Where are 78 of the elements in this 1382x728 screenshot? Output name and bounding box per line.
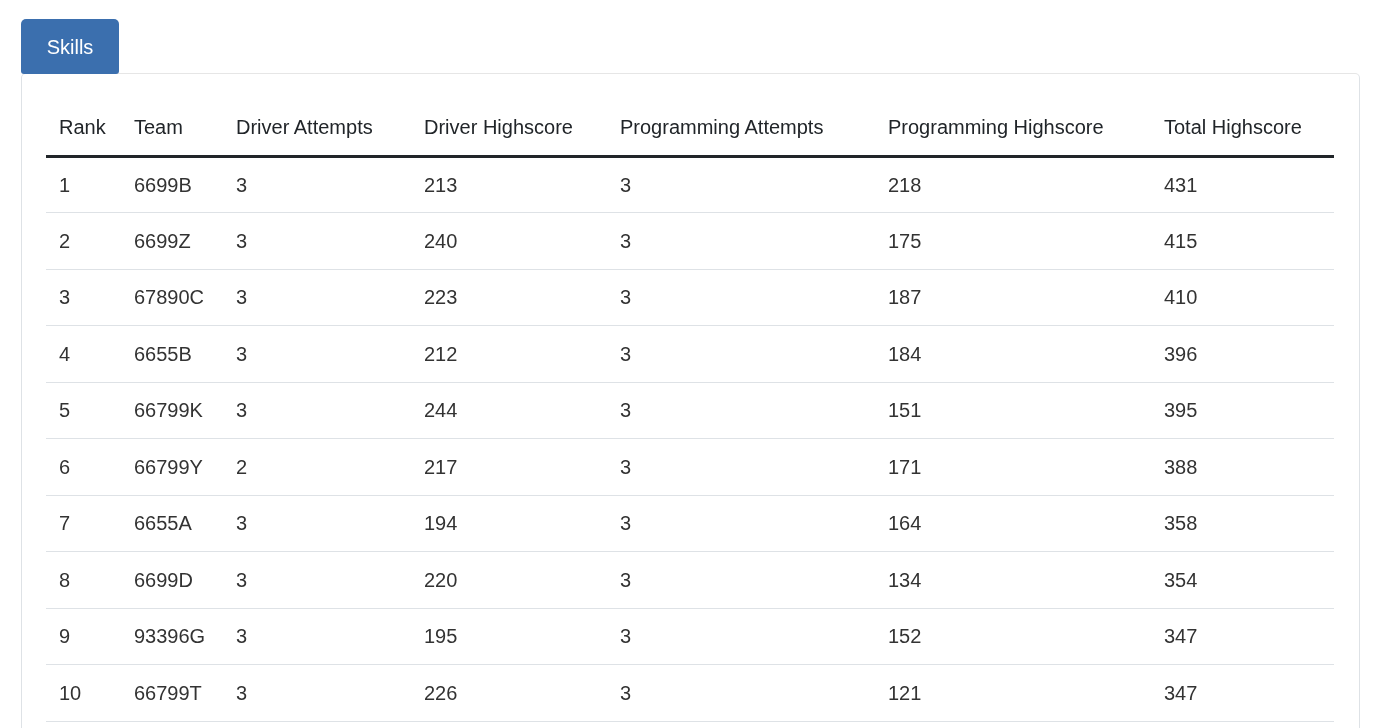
table-cell: 226 xyxy=(424,681,458,704)
skills-tab[interactable]: Skills xyxy=(21,19,119,74)
column-header: Rank xyxy=(59,116,106,139)
table-cell: 164 xyxy=(888,512,922,535)
table-cell: 3 xyxy=(620,681,632,704)
table-cell: 415 xyxy=(1164,229,1198,252)
table-cell: 3 xyxy=(620,625,632,648)
table-cell: 223 xyxy=(424,286,458,309)
table-cell: 3 xyxy=(620,286,632,309)
table-cell: 431 xyxy=(1164,173,1198,196)
table-cell: 410 xyxy=(1164,286,1198,309)
column-header: Team xyxy=(134,116,183,139)
table-cell: 6655B xyxy=(134,342,192,365)
table-cell: 347 xyxy=(1164,625,1198,648)
table-cell: 134 xyxy=(888,568,922,591)
table-cell: 67890C xyxy=(134,286,205,309)
table-cell: 2 xyxy=(236,455,248,478)
table-cell: 3 xyxy=(236,568,248,591)
table-cell: 3 xyxy=(236,681,248,704)
table-cell: 217 xyxy=(424,455,458,478)
table-cell: 240 xyxy=(424,229,458,252)
table-cell: 354 xyxy=(1164,568,1198,591)
table-cell: 396 xyxy=(1164,342,1198,365)
table-cell: 3 xyxy=(620,229,632,252)
column-header: Programming Attempts xyxy=(620,116,824,139)
table-cell: 9 xyxy=(59,625,71,648)
table-cell: 3 xyxy=(620,173,632,196)
table-cell: 151 xyxy=(888,399,922,422)
table-cell: 244 xyxy=(424,399,458,422)
table-cell: 194 xyxy=(424,512,458,535)
column-header: Programming Highscore xyxy=(888,116,1104,139)
table-cell: 3 xyxy=(620,399,632,422)
table-cell: 395 xyxy=(1164,399,1198,422)
table-cell: 6 xyxy=(59,455,71,478)
table-cell: 3 xyxy=(236,173,248,196)
table-cell: 3 xyxy=(236,399,248,422)
table-cell: 6699Z xyxy=(134,229,191,252)
table-cell: 3 xyxy=(620,512,632,535)
table-cell: 2 xyxy=(59,229,71,252)
table-cell: 6699D xyxy=(134,568,193,591)
table-cell: 7 xyxy=(59,512,71,535)
table-cell: 6655A xyxy=(134,512,192,535)
table-cell: 3 xyxy=(620,568,632,591)
table-cell: 3 xyxy=(620,455,632,478)
table-cell: 4 xyxy=(59,342,71,365)
column-header: Total Highscore xyxy=(1164,116,1302,139)
table-cell: 121 xyxy=(888,681,922,704)
table-cell: 187 xyxy=(888,286,922,309)
table-cell: 3 xyxy=(236,342,248,365)
table-cell: 3 xyxy=(236,229,248,252)
column-header: Driver Highscore xyxy=(424,116,573,139)
table-cell: 218 xyxy=(888,173,922,196)
table-cell: 3 xyxy=(620,342,632,365)
table-cell: 175 xyxy=(888,229,922,252)
table-cell: 10 xyxy=(59,681,82,704)
table-cell: 8 xyxy=(59,568,71,591)
table-cell: 213 xyxy=(424,173,458,196)
table-cell: 195 xyxy=(424,625,458,648)
table-cell: 93396G xyxy=(134,625,206,648)
table-cell: 1 xyxy=(59,173,71,196)
table-cell: 347 xyxy=(1164,681,1198,704)
table-cell: 358 xyxy=(1164,512,1198,535)
table-cell: 171 xyxy=(888,455,922,478)
table-cell: 3 xyxy=(59,286,71,309)
table-cell: 3 xyxy=(236,625,248,648)
table-cell: 388 xyxy=(1164,455,1198,478)
column-header: Driver Attempts xyxy=(236,116,373,139)
table-cell: 212 xyxy=(424,342,458,365)
table-cell: 6699B xyxy=(134,173,192,196)
table-cell: 3 xyxy=(236,512,248,535)
table-cell: 220 xyxy=(424,568,458,591)
table-cell: 66799K xyxy=(134,399,203,422)
table-cell: 66799T xyxy=(134,681,202,704)
table-cell: 184 xyxy=(888,342,922,365)
table-cell: 66799Y xyxy=(134,455,203,478)
table-cell: 5 xyxy=(59,399,71,422)
table-cell: 152 xyxy=(888,625,922,648)
table-cell: 3 xyxy=(236,286,248,309)
